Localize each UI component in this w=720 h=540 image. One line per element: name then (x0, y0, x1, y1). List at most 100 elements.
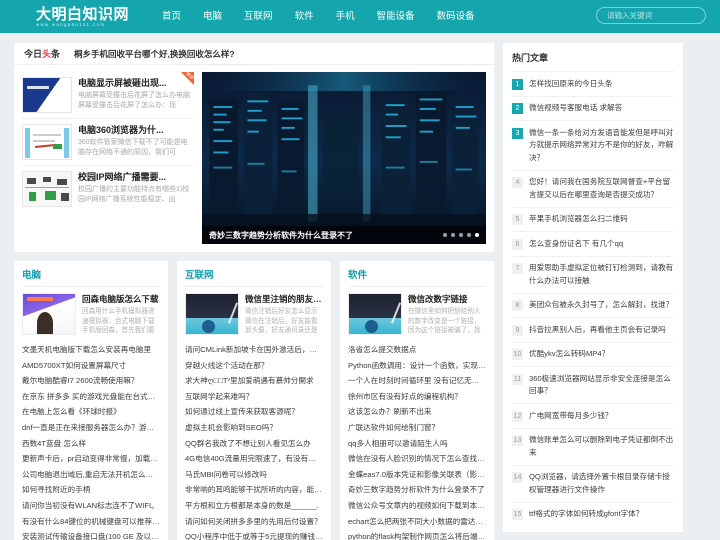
nav-item-6[interactable]: 数码设备 (426, 0, 486, 33)
featured-article-item[interactable]: 电脑显示屏被砸出现... 电脑屏幕受撞击后花屏了怎么办电脑屏幕受撞击后花屏了怎么办… (22, 70, 195, 119)
banner-dot-4[interactable] (475, 233, 479, 237)
category-article-link[interactable]: 请问CMLink新加坡卡在国外激活后，能... (185, 342, 323, 358)
hot-article-rank: 10 (512, 349, 523, 360)
category-article-link[interactable]: qq多人相册可以邀请陌生人吗 (348, 436, 486, 452)
category-article-link[interactable]: 微信在没有人脸识别的情况下怎么查找名... (348, 451, 486, 467)
hot-article-item[interactable]: 7 用爱思助手虚拟定位被钉钉检测到，请教有什么办法可以接触 (512, 257, 674, 294)
category-article-link[interactable]: 戴尔电脑酷睿I7 2600流畅使用嘛？ (22, 373, 160, 389)
featured-article-title: 电脑360浏览器为什... (78, 125, 164, 135)
category-article-link[interactable]: 一个人在时刻时间循环里 没有记忆无限重复 (348, 373, 486, 389)
nav-item-1[interactable]: 电脑 (192, 0, 233, 33)
logo-text: 大明白知识网 (36, 4, 130, 23)
today-headline-link[interactable]: 桐乡手机回收平台哪个好,换换回收怎么样? (74, 48, 235, 60)
hot-article-item[interactable]: 1 怎样找回原来的今日头条 (512, 72, 674, 97)
category-featured-article[interactable]: 微信改数字链接 在微信里如何把划给别人的数字改变是一个链接，因为这个链接被骗了，找… (348, 293, 486, 342)
banner-dot-0[interactable] (443, 233, 447, 237)
category-column-2: 软件微信改数字链接 在微信里如何把划给别人的数字改变是一个链接，因为这个链接被骗了… (340, 261, 494, 540)
category-featured-article[interactable]: 回森电脑版怎么下载 回森用什么手机模拟器进速模拟器，台式电脑下载手机版回森，首先我… (22, 293, 160, 342)
category-article-link[interactable]: 求大神ღ□□Tᵛ里加爱萌遇有慕帅分開求 (185, 373, 323, 389)
category-article-link[interactable]: QQ群名我改了不想让别人看见怎么办 (185, 436, 323, 452)
nav-item-4[interactable]: 手机 (325, 0, 366, 33)
category-featured-desc: 回森用什么手机模拟器进速模拟器，台式电脑下载手机版回森，首先我们要在进速模拟器官… (82, 308, 155, 334)
featured-article-desc: 校园广播的主要功能特点有哪些1)校园IP网络广播系统性能稳定、出 (78, 186, 190, 203)
hot-article-rank: 14 (512, 472, 523, 483)
category-article-link[interactable]: 请问你当初没有WLAN标志连不了WIFI。 (22, 498, 160, 514)
hot-article-item[interactable]: 9 抖音拉黑别人后，再看他主页会有记录吗 (512, 318, 674, 343)
category-article-link[interactable]: 更新声卡后，pr启动变得非常慢，加载界... (22, 451, 160, 467)
category-article-link[interactable]: 安装测试传输设备接口盘(100 GE 及以上... (22, 529, 160, 540)
hero-banner[interactable]: 奇妙三数字趋势分析软件为什么登录不了 (202, 72, 486, 244)
category-thumbnail-image (348, 293, 402, 335)
hot-article-item[interactable]: 6 怎么查身份证名下 有几个qq (512, 232, 674, 257)
category-featured-article[interactable]: 微信里注销的朋友会不... 微信注销后好友怎么显示微信在注销后，好友能看到头像，好… (185, 293, 323, 342)
category-article-link[interactable]: 微信公众号文章内的视频如何下载到本地... (348, 498, 486, 514)
category-article-link[interactable]: 公司电脑退出域后,重启无法开机怎么处理 (22, 467, 160, 483)
featured-article-item[interactable]: 电脑360浏览器为什... 360软件管家微信下载不了可能是电脑存在网络不通的原因… (22, 119, 194, 166)
category-article-link[interactable]: 穿越火线这个活动在那？ (185, 358, 323, 374)
category-article-link[interactable]: 马氏MBI问卷可以修改吗 (185, 467, 323, 483)
featured-text-block: 校园IP网络广播需要... 校园广播的主要功能特点有哪些1)校园IP网络广播系统性… (78, 171, 194, 207)
nav-item-3[interactable]: 软件 (284, 0, 325, 33)
page-body: 今日头条 桐乡手机回收平台哪个好,换换回收怎么样? 电脑显示屏被砸出现... 电脑… (0, 33, 720, 540)
category-article-link[interactable]: 广联达软件如何绘制门窗？ (348, 420, 486, 436)
category-article-link[interactable]: 奇妙三数字趋势分析软件为什么登录不了 (348, 482, 486, 498)
category-article-link[interactable]: 金蝶eas7.0版本凭证和影像关联表（影像... (348, 467, 486, 483)
category-article-link[interactable]: AMD5700XT如何设置屏幕尺寸 (22, 358, 160, 374)
category-title-1[interactable]: 互联网 (185, 267, 323, 287)
hot-article-item[interactable]: 3 微信一条一条给对方发语音能发但是呼叫对方就提示网络异常对方不是你的好友，咋解决… (512, 121, 674, 171)
category-article-link[interactable]: 4G电信40G流量用完限速了，有没有方法... (185, 451, 323, 467)
hot-article-item[interactable]: 11 360极速浏览器网站显示非安全连接是怎么回事？ (512, 367, 674, 404)
site-logo[interactable]: 大明白知识网 www.wangpan131.com (36, 6, 129, 28)
hot-article-item[interactable]: 8 美团众包被永久封号了，怎么解封，找谁？ (512, 294, 674, 318)
category-article-link[interactable]: 非常响的耳鸣能够干扰所听的内容，能听... (185, 482, 323, 498)
category-title-2[interactable]: 软件 (348, 267, 486, 287)
hot-article-title: 用爱思助手虚拟定位被钉钉检测到，请教有什么办法可以接触 (529, 263, 674, 285)
hot-article-title: ttf格式的字体如何转成gfont字体？ (529, 509, 644, 518)
banner-dot-2[interactable] (459, 233, 463, 237)
featured-text-block: 电脑360浏览器为什... 360软件管家微信下载不了可能是电脑存在网络不通的原因… (78, 124, 194, 160)
category-article-link[interactable]: 虚拟主机会影响到SEO吗？ (185, 420, 323, 436)
nav-item-5[interactable]: 智能设备 (366, 0, 426, 33)
hot-article-item[interactable]: 2 微信视频号客服电话 求解答 (512, 97, 674, 121)
banner-dot-3[interactable] (467, 233, 471, 237)
nav-item-0[interactable]: 首页 (151, 0, 192, 33)
hot-article-item[interactable]: 14 QQ浏览器，请选择外置卡根目录存储卡授权管理器进行文件操作 (512, 466, 674, 503)
category-article-link[interactable]: 请问如何关闭拼多多里的先用后付设置？ (185, 514, 323, 530)
recommended-ribbon-label: 推荐 (184, 70, 195, 81)
category-article-link[interactable]: 有没有什么84键位的机械键盘可以推荐一... (22, 514, 160, 530)
category-article-link[interactable]: 文墨天机电脑版下载怎么安装再电脑里 (22, 342, 160, 358)
hot-article-item[interactable]: 10 优酷ykv怎么转码MP4？ (512, 343, 674, 367)
category-article-link[interactable]: 徐州市区有没有好点的编程机构？ (348, 389, 486, 405)
hot-article-title: 美团众包被永久封号了，怎么解封，找谁？ (529, 300, 674, 309)
category-article-link[interactable]: python的flask构架制作网页怎么将后端数... (348, 529, 486, 540)
category-article-link[interactable]: QQ小程序中低于或等于5元提现的赚钱小... (185, 529, 323, 540)
category-article-link[interactable]: 洛省怎么提交数据点 (348, 342, 486, 358)
hot-article-title: 微信视频号客服电话 求解答 (529, 103, 623, 112)
nav-item-2[interactable]: 互联网 (233, 0, 284, 33)
search-input[interactable] (596, 7, 706, 24)
headline-tag-prefix: 今日 (24, 49, 43, 59)
category-article-link[interactable]: 如何通过线上宣传来获取客源呢？ (185, 404, 323, 420)
featured-article-item[interactable]: 校园IP网络广播需要... 校园广播的主要功能特点有哪些1)校园IP网络广播系统性… (22, 166, 194, 212)
category-article-link[interactable]: 在京东 拼多多 买的游戏光盘能在台式机... (22, 389, 160, 405)
category-article-link[interactable]: dnf一直是正在来接服务器怎么办？游戏... (22, 420, 160, 436)
category-article-link[interactable]: 平方根和立方根都是本身的数是______. (185, 498, 323, 514)
hot-article-item[interactable]: 5 苹果手机浏览器怎么扫二维码 (512, 208, 674, 232)
hot-article-item[interactable]: 15 ttf格式的字体如何转成gfont字体？ (512, 503, 674, 527)
category-article-link[interactable]: 互联网学起来难吗？ (185, 389, 323, 405)
hot-article-title: 优酷ykv怎么转码MP4？ (529, 349, 610, 358)
category-title-0[interactable]: 电脑 (22, 267, 160, 287)
hot-article-item[interactable]: 13 微信账单怎么可以删除到电子凭证都倒不出来 (512, 429, 674, 466)
banner-dot-1[interactable] (451, 233, 455, 237)
hot-article-rank: 5 (512, 214, 523, 225)
category-article-link[interactable]: Python函数调用：设计一个函数，实现自... (348, 358, 486, 374)
category-featured-title: 微信里注销的朋友会不... (245, 294, 323, 304)
logo-domain: www.wangpan131.com (36, 21, 106, 27)
hot-article-item[interactable]: 12 广电网宽带每月多少钱？ (512, 404, 674, 429)
category-article-link[interactable]: echart怎么把两张不同大小数据的雷达图... (348, 514, 486, 530)
category-article-link[interactable]: 西数4T蓝盘 怎么样 (22, 436, 160, 452)
hot-article-item[interactable]: 4 您好！请问我在国务院互联网督查+平台留言提交以后在哪里查询是否提交成功？ (512, 171, 674, 208)
category-article-link[interactable]: 在电脑上怎么看《环球时报》 (22, 404, 160, 420)
category-article-link[interactable]: 如何寻找附近的手柄 (22, 482, 160, 498)
category-article-link[interactable]: 这该怎么办？刷新不出来 (348, 404, 486, 420)
